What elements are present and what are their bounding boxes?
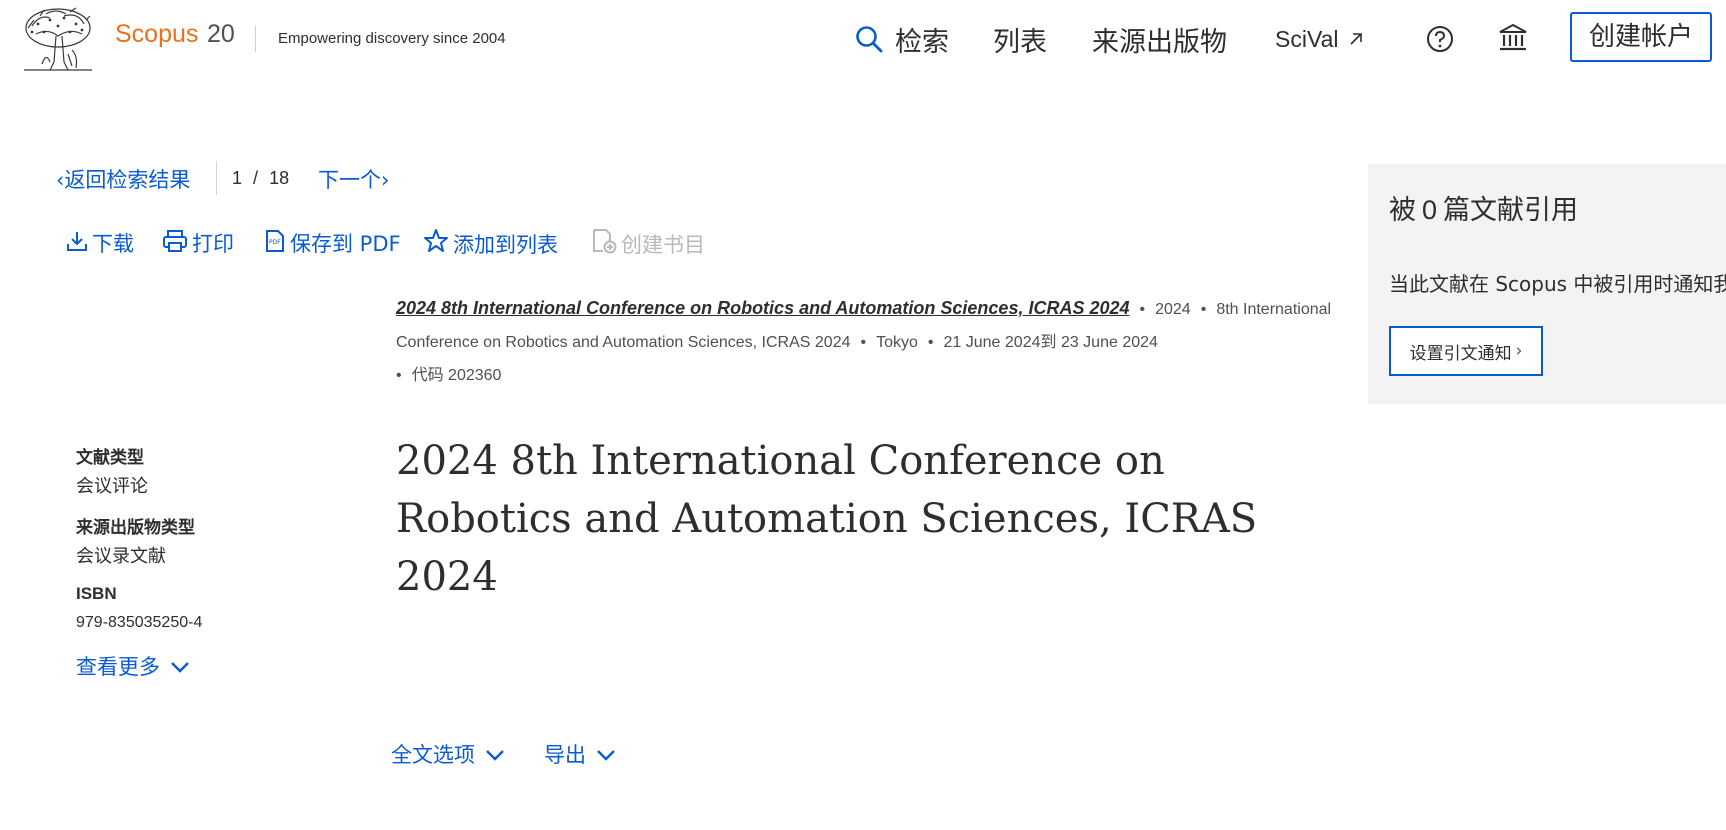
download-label: 下载 (92, 232, 134, 256)
back-to-results-link[interactable]: ‹返回检索结果 (56, 164, 190, 194)
nav-scival[interactable]: SciVal (1275, 26, 1339, 53)
source-type-value: 会议录文献 (76, 546, 166, 567)
separator-dot: • (1200, 301, 1207, 318)
document-title: 2024 8th International Conference on Rob… (396, 438, 1258, 600)
add-to-list-label: 添加到列表 (453, 232, 558, 257)
pager-divider (216, 161, 217, 195)
printer-icon (162, 229, 188, 258)
chevron-right-icon: › (1515, 341, 1523, 361)
next-result-link[interactable]: 下一个› (318, 164, 389, 194)
tagline: Empowering discovery since 2004 (278, 30, 506, 47)
elsevier-tree-logo[interactable] (20, 6, 96, 73)
isbn-label: ISBN (76, 584, 117, 603)
external-link-icon (1348, 31, 1364, 51)
source-location: Tokyo (876, 334, 918, 351)
nav-search[interactable]: 检索 (895, 20, 949, 59)
header-divider (255, 26, 256, 52)
institution-icon[interactable] (1497, 22, 1529, 58)
result-pager: 1 / 18 (232, 168, 289, 189)
create-bibliography-label: 创建书目 (621, 232, 705, 257)
next-result-label: 下一个 (318, 168, 381, 192)
create-bibliography-button[interactable]: 创建书目 (591, 228, 705, 259)
separator-dot: • (1139, 301, 1146, 318)
save-pdf-label: 保存到 PDF (290, 232, 401, 256)
fulltext-options-label: 全文选项 (391, 743, 475, 767)
search-icon[interactable] (855, 25, 883, 57)
create-account-button[interactable]: 创建帐户 (1570, 12, 1712, 62)
source-year: 2024 (1155, 301, 1191, 318)
svg-text:PDF: PDF (269, 239, 281, 246)
pager-separator: / (253, 168, 259, 188)
export-label: 导出 (544, 743, 586, 767)
pager-current: 1 (232, 168, 243, 188)
doc-type-value: 会议评论 (76, 476, 148, 497)
brand-name[interactable]: Scopus (115, 20, 198, 49)
help-icon[interactable] (1426, 25, 1454, 57)
nav-sources[interactable]: 来源出版物 (1092, 20, 1227, 59)
download-button[interactable]: 下载 (66, 228, 134, 258)
add-to-list-button[interactable]: 添加到列表 (423, 228, 558, 259)
bibliography-icon (591, 228, 617, 259)
cited-by-heading: 被 0 篇文献引用 (1389, 188, 1578, 227)
show-more-button[interactable]: 查看更多 (76, 651, 190, 681)
print-label: 打印 (192, 232, 234, 256)
separator-dot: • (860, 334, 867, 351)
separator-dot: • (396, 367, 402, 384)
print-button[interactable]: 打印 (162, 228, 234, 258)
set-citation-alert-button[interactable]: 设置引文通知 › (1389, 326, 1543, 376)
nav-lists[interactable]: 列表 (993, 20, 1047, 59)
chevron-down-icon (485, 742, 505, 766)
save-pdf-button[interactable]: PDF 保存到 PDF (264, 228, 401, 258)
chevron-right-icon: › (381, 168, 390, 192)
chevron-down-icon (596, 742, 616, 766)
export-button[interactable]: 导出 (544, 739, 616, 769)
pdf-icon: PDF (264, 229, 286, 258)
brand-anniversary: 20 (207, 20, 235, 48)
pager-total: 18 (269, 168, 290, 188)
cited-by-suffix: 篇文献引用 (1443, 195, 1579, 226)
star-icon (423, 228, 449, 259)
source-title-link[interactable]: 2024 8th International Conference on Rob… (396, 298, 1130, 318)
chevron-down-icon (170, 654, 190, 678)
cited-by-prefix: 被 (1389, 195, 1416, 226)
separator-dot: • (927, 334, 934, 351)
source-code: 代码 202360 (411, 367, 502, 384)
isbn-value: 979-835035250-4 (76, 614, 203, 631)
citations-panel: 被 0 篇文献引用 当此文献在 Scopus 中被引用时通知我： 设置引文通知 › (1368, 164, 1726, 404)
source-info: 2024 8th International Conference on Rob… (396, 292, 1346, 392)
source-dates: 21 June 2024到 23 June 2024 (943, 334, 1158, 351)
set-citation-alert-label: 设置引文通知 (1409, 343, 1512, 364)
fulltext-options-button[interactable]: 全文选项 (391, 739, 505, 769)
citation-alert-text: 当此文献在 Scopus 中被引用时通知我： (1389, 272, 1726, 296)
cited-by-count: 0 (1422, 195, 1438, 225)
doc-type-label: 文献类型 (76, 448, 144, 468)
source-type-label: 来源出版物类型 (76, 518, 195, 538)
back-to-results-label: 返回检索结果 (64, 168, 191, 192)
show-more-label: 查看更多 (76, 655, 160, 679)
download-icon (66, 230, 88, 257)
